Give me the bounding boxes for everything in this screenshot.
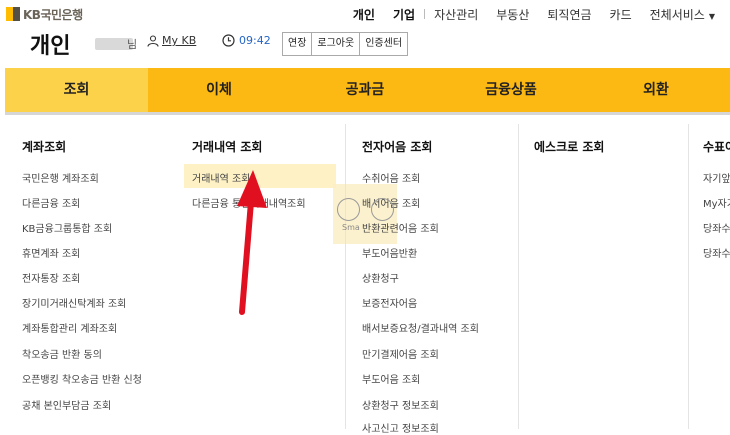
overlay-label: Sma bbox=[342, 223, 360, 232]
menu-item[interactable]: 국민은행 계좌조회 bbox=[22, 170, 99, 185]
menu-item[interactable]: 배서보증요청/결과내역 조회 bbox=[362, 320, 479, 335]
person-icon bbox=[147, 34, 159, 47]
menu-item[interactable]: 반환관련어음 조회 bbox=[362, 220, 439, 235]
kb-star-icon bbox=[6, 7, 20, 21]
menu-item[interactable]: 상환청구 bbox=[362, 270, 399, 285]
chevron-down-icon: ▼ bbox=[708, 11, 715, 21]
page-title: 개인 bbox=[30, 34, 71, 59]
menu-item[interactable]: 장기미거래신탁계좌 조회 bbox=[22, 295, 126, 310]
menu-heading-check[interactable]: 수표어 bbox=[703, 138, 730, 155]
main-nav-tab-transfer[interactable]: 이체 bbox=[148, 68, 290, 112]
top-nav-pension[interactable]: 퇴직연금 bbox=[538, 6, 600, 23]
nav-shadow-line bbox=[5, 112, 730, 115]
session-time: 09:42 bbox=[239, 34, 271, 47]
top-nav-asset[interactable]: 자산관리 bbox=[425, 6, 487, 23]
menu-item[interactable]: 착오송금 반환 동의 bbox=[22, 346, 102, 361]
main-nav: 조회 이체 공과금 금융상품 외환 bbox=[5, 68, 730, 112]
menu-item[interactable]: 보증전자어음 bbox=[362, 295, 417, 310]
menu-item[interactable]: 다른금융 조회 bbox=[22, 195, 80, 210]
main-nav-tab-products[interactable]: 금융상품 bbox=[440, 68, 582, 112]
main-nav-tab-forex[interactable]: 외환 bbox=[582, 68, 730, 112]
menu-heading-account[interactable]: 계좌조회 bbox=[22, 138, 66, 155]
menu-item[interactable]: 사고신고 정보조회 bbox=[362, 420, 439, 435]
top-nav-personal[interactable]: 개인 bbox=[344, 6, 384, 23]
menu-item[interactable]: 휴면계좌 조회 bbox=[22, 245, 80, 260]
column-divider bbox=[518, 124, 519, 429]
menu-item[interactable]: 상환청구 정보조회 bbox=[362, 397, 439, 412]
menu-item[interactable]: 오픈뱅킹 착오송금 반환 신청 bbox=[22, 371, 142, 386]
menu-item[interactable]: 자기앞 bbox=[703, 170, 730, 185]
menu-item[interactable]: 계좌통합관리 계좌조회 bbox=[22, 320, 117, 335]
menu-item[interactable]: 부도어음반환 bbox=[362, 245, 417, 260]
top-nav-business[interactable]: 기업 bbox=[384, 6, 424, 23]
menu-item[interactable]: KB금융그룹통합 조회 bbox=[22, 220, 112, 235]
overlay-circle-icon bbox=[371, 198, 394, 221]
mykb-label: My KB bbox=[162, 34, 197, 47]
extend-button[interactable]: 연장 bbox=[282, 32, 313, 56]
menu-heading-ebill[interactable]: 전자어음 조회 bbox=[362, 138, 432, 155]
menu-heading-transactions[interactable]: 거래내역 조회 bbox=[192, 138, 262, 155]
menu-item[interactable]: 전자통장 조회 bbox=[22, 270, 80, 285]
top-nav-realestate[interactable]: 부동산 bbox=[487, 6, 538, 23]
kb-logo[interactable]: KB국민은행 bbox=[6, 6, 83, 22]
overlay-circle-icon bbox=[337, 198, 360, 221]
session-timer: 09:42 bbox=[222, 34, 271, 47]
red-arrow-icon bbox=[237, 170, 267, 315]
column-divider bbox=[688, 124, 689, 429]
top-nav-allservices-label: 전체서비스 bbox=[649, 7, 705, 22]
logout-button[interactable]: 로그아웃 bbox=[311, 32, 361, 56]
menu-item[interactable]: My자기 bbox=[703, 195, 730, 210]
mykb-link[interactable]: My KB bbox=[147, 34, 196, 47]
main-nav-tab-inquiry[interactable]: 조회 bbox=[5, 68, 148, 112]
menu-item[interactable]: 공채 본인부담금 조회 bbox=[22, 397, 111, 412]
menu-item[interactable]: 수취어음 조회 bbox=[362, 170, 420, 185]
menu-item[interactable]: 당좌수 bbox=[703, 220, 730, 235]
top-nav-allservices[interactable]: 전체서비스 ▼ bbox=[641, 6, 724, 23]
menu-heading-escrow[interactable]: 에스크로 조회 bbox=[534, 138, 604, 155]
top-nav-card[interactable]: 카드 bbox=[601, 6, 641, 23]
certificate-center-button[interactable]: 인증센터 bbox=[359, 32, 409, 56]
menu-item[interactable]: 만기결제어음 조회 bbox=[362, 346, 439, 361]
clock-icon bbox=[222, 34, 235, 47]
top-nav: 개인 기업 자산관리 부동산 퇴직연금 카드 전체서비스 ▼ bbox=[344, 5, 724, 23]
menu-item[interactable]: 부도어음 조회 bbox=[362, 371, 420, 386]
main-nav-tab-utility[interactable]: 공과금 bbox=[290, 68, 440, 112]
logo-text: KB국민은행 bbox=[23, 7, 83, 22]
user-name-suffix: 님 bbox=[127, 38, 138, 51]
menu-item[interactable]: 당좌수 bbox=[703, 245, 730, 260]
header-buttons: 연장 로그아웃 인증센터 bbox=[282, 32, 409, 56]
column-divider bbox=[345, 124, 346, 429]
